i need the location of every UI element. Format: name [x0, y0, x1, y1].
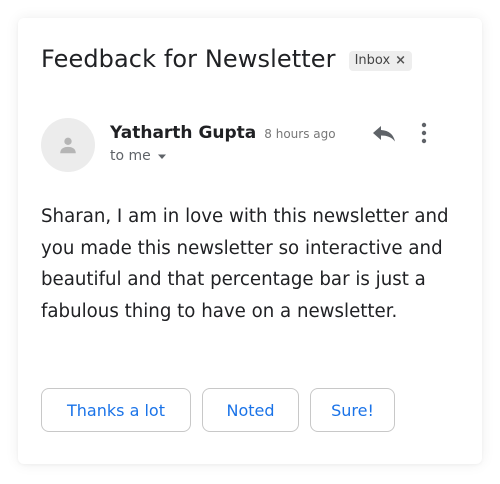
- label-text: Inbox: [354, 53, 391, 68]
- smart-reply-noted-button[interactable]: Noted: [202, 388, 299, 432]
- reply-icon: [373, 126, 395, 142]
- person-icon: [60, 137, 76, 154]
- recipient-text: to me: [110, 148, 151, 164]
- more-vert-icon: [421, 122, 427, 144]
- inbox-label-chip: Inbox ×: [348, 50, 413, 71]
- message-body: Sharan, I am in love with this newslette…: [41, 206, 449, 322]
- smart-reply-sure-button[interactable]: Sure!: [310, 388, 395, 432]
- sender-name: Yatharth Gupta: [110, 123, 257, 143]
- reply-button[interactable]: [370, 121, 398, 145]
- avatar: [41, 118, 95, 172]
- smart-replies: Thanks a lot Noted Sure!: [41, 388, 406, 432]
- recipient-details-toggle[interactable]: to me: [110, 148, 167, 164]
- smart-reply-thanks-button[interactable]: Thanks a lot: [41, 388, 191, 432]
- email-subject: Feedback for Newsletter: [41, 45, 336, 73]
- sender-info: Yatharth Gupta 8 hours ago: [110, 123, 336, 143]
- remove-label-icon[interactable]: ×: [395, 54, 406, 67]
- caret-down-icon: [157, 154, 166, 159]
- email-header: Feedback for Newsletter Inbox ×: [41, 45, 413, 73]
- message-timestamp: 8 hours ago: [264, 127, 336, 141]
- more-options-button[interactable]: [414, 120, 434, 146]
